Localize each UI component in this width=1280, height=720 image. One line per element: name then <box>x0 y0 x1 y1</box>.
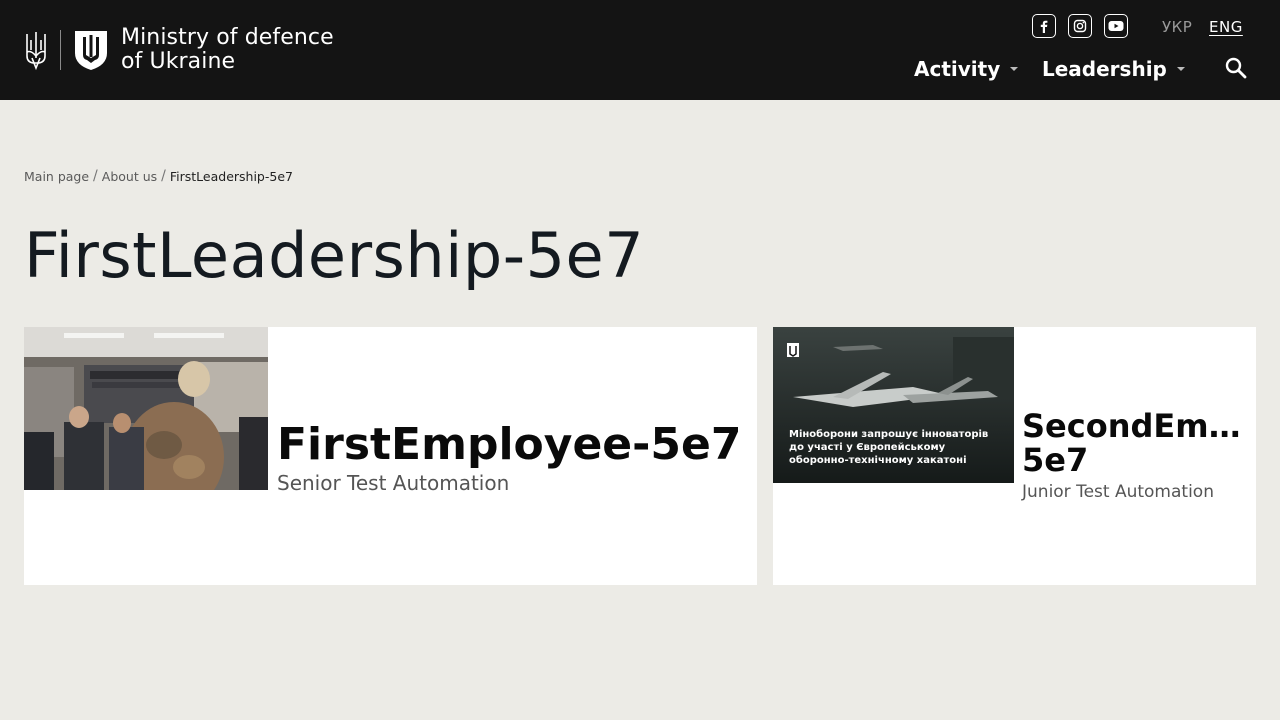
instagram-icon[interactable] <box>1068 14 1092 38</box>
logo-line-2: of Ukraine <box>121 49 236 74</box>
breadcrumb-current: FirstLeadership-5e7 <box>169 168 293 184</box>
nav-activity[interactable]: Activity <box>914 57 1019 81</box>
logo-line-1: Ministry of defence <box>121 25 334 50</box>
employee-name-line-2: 5e7 <box>1022 441 1089 479</box>
ministry-shield-icon <box>75 31 107 70</box>
logo-divider <box>60 30 61 70</box>
breadcrumb-main-page[interactable]: Main page <box>24 169 89 184</box>
breadcrumb-separator: / <box>161 168 166 184</box>
breadcrumb-separator: / <box>93 168 98 184</box>
page-title: FirstLeadership-5e7 <box>24 219 645 292</box>
site-header: Ministry of defence of Ukraine УКР ENG A… <box>0 0 1280 100</box>
site-logo[interactable]: Ministry of defence of Ukraine <box>24 26 334 74</box>
image-caption-line-3: оборонно-технічному хакатоні <box>789 455 967 466</box>
employee-role: Senior Test Automation <box>277 471 510 495</box>
breadcrumb: Main page / About us / FirstLeadership-5… <box>24 168 293 184</box>
employee-name-line-1: SecondEmpl… <box>1022 409 1248 443</box>
employee-photo <box>24 327 268 490</box>
employee-card[interactable]: FirstEmployee-5e7 Senior Test Automation <box>24 327 757 585</box>
chevron-down-icon <box>1176 67 1185 71</box>
image-caption: Міноборони запрошує інноваторів до участ… <box>789 428 988 467</box>
search-icon <box>1225 57 1247 79</box>
nav-leadership[interactable]: Leadership <box>1042 57 1185 81</box>
employee-photo: Міноборони запрошує інноваторів до участ… <box>773 327 1014 483</box>
employee-name[interactable]: SecondEmpl… 5e7 <box>1022 409 1248 477</box>
youtube-icon[interactable] <box>1104 14 1128 38</box>
image-caption-line-1: Міноборони запрошує інноваторів <box>789 429 989 440</box>
logo-text: Ministry of defence of Ukraine <box>121 26 334 74</box>
trident-icon <box>26 32 46 70</box>
image-caption-line-2: до участі у Європейському <box>789 442 946 453</box>
facebook-icon[interactable] <box>1032 14 1056 38</box>
social-links <box>1032 14 1128 38</box>
lang-ukr-link[interactable]: УКР <box>1162 18 1192 36</box>
search-button[interactable] <box>1224 56 1248 80</box>
nav-activity-label: Activity <box>914 57 1001 81</box>
employee-card[interactable]: Міноборони запрошує інноваторів до участ… <box>773 327 1256 585</box>
nav-leadership-label: Leadership <box>1042 57 1167 81</box>
chevron-down-icon <box>1010 67 1019 71</box>
employee-role: Junior Test Automation <box>1022 482 1214 502</box>
breadcrumb-about-us[interactable]: About us <box>102 169 157 184</box>
lang-eng-link[interactable]: ENG <box>1209 18 1243 36</box>
employee-name[interactable]: FirstEmployee-5e7 <box>277 419 741 470</box>
